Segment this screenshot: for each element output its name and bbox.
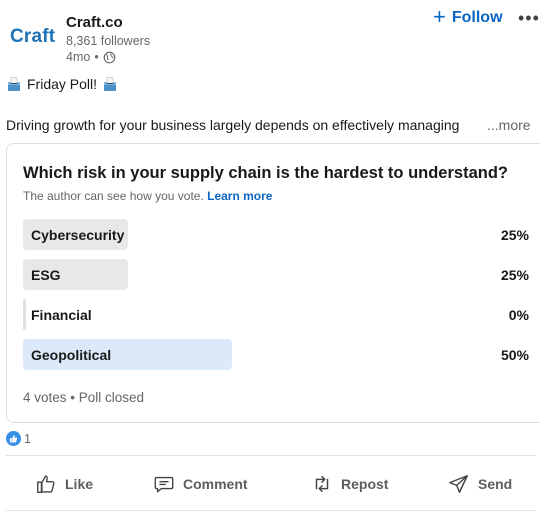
poll-option[interactable]: ESG 25% <box>23 259 529 290</box>
company-logo[interactable]: Craft <box>10 26 55 48</box>
poll-option-percent: 50% <box>500 347 529 363</box>
poll-option[interactable]: Cybersecurity 25% <box>23 219 529 250</box>
repost-label: Repost <box>341 476 389 492</box>
poll-option-label: ESG <box>31 267 61 283</box>
poll-status: 4 votes • Poll closed <box>23 390 145 405</box>
follow-button[interactable]: + Follow <box>433 4 503 29</box>
repost-button[interactable]: Repost <box>311 466 388 502</box>
poll-option[interactable]: Geopolitical 50% <box>23 339 529 370</box>
bottom-divider <box>6 510 536 511</box>
send-icon <box>449 475 468 493</box>
headline-text: Friday Poll! <box>27 76 98 92</box>
poll-option-bar <box>23 299 26 330</box>
poll-note-text: The author can see how you vote. <box>23 189 204 203</box>
learn-more-link[interactable]: Learn more <box>207 189 272 203</box>
ballot-box-icon <box>8 77 20 91</box>
see-more-link[interactable]: ...more <box>487 117 531 133</box>
poll-option-label: Geopolitical <box>31 347 112 363</box>
divider <box>6 455 536 456</box>
thumbs-up-icon <box>37 475 55 493</box>
send-label: Send <box>478 476 513 492</box>
meta-separator: • <box>94 50 99 64</box>
poll-option-percent: 0% <box>508 307 529 323</box>
comment-button[interactable]: Comment <box>153 466 248 502</box>
reaction-summary[interactable]: 1 <box>6 431 31 446</box>
post-headline: Friday Poll! <box>6 76 118 92</box>
more-options-button[interactable]: ••• <box>518 8 540 29</box>
follower-count: 8,361 followers <box>66 34 151 48</box>
like-reaction-icon <box>6 431 21 446</box>
poll-option[interactable]: Financial 0% <box>23 299 529 330</box>
poll-option-percent: 25% <box>500 267 529 283</box>
comment-icon <box>154 476 174 493</box>
post-meta: 4mo • <box>66 50 116 64</box>
globe-icon <box>103 51 116 63</box>
like-label: Like <box>65 476 94 492</box>
post-actions-bar: Like Comment Repost Send <box>0 466 540 502</box>
ballot-box-icon <box>104 77 117 91</box>
poll-question: Which risk in your supply chain is the h… <box>23 164 508 182</box>
plus-icon: + <box>433 4 446 29</box>
post-time: 4mo <box>66 50 91 64</box>
follow-label: Follow <box>451 9 503 26</box>
send-button[interactable]: Send <box>448 466 512 502</box>
post-header: Craft Craft.co 8,361 followers 4mo • + F… <box>0 0 540 70</box>
poll-option-percent: 25% <box>500 227 529 243</box>
like-button[interactable]: Like <box>35 466 93 502</box>
poll-privacy-note: The author can see how you vote. Learn m… <box>23 189 272 203</box>
company-name[interactable]: Craft.co <box>66 14 123 31</box>
poll-card: Which risk in your supply chain is the h… <box>6 143 540 423</box>
reaction-count: 1 <box>24 431 31 446</box>
repost-icon <box>315 475 329 493</box>
poll-option-label: Cybersecurity <box>31 227 125 243</box>
poll-option-label: Financial <box>31 307 92 323</box>
post-body: Driving growth for your business largely… <box>6 117 460 133</box>
comment-label: Comment <box>183 476 248 492</box>
